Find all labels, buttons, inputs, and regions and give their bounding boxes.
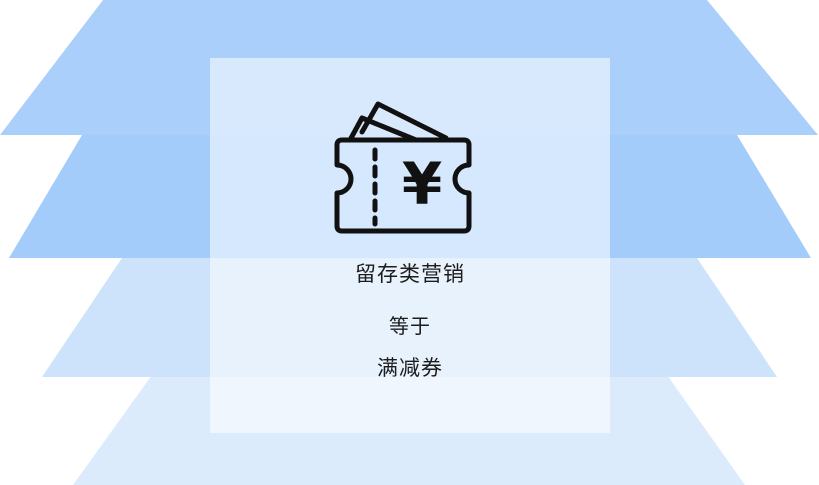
yuan-symbol: ¥ (402, 150, 442, 218)
layered-diagram: ¥ 留存类营销 等于 满减券 (0, 0, 819, 485)
ticket-yuan-icon: ¥ (334, 101, 472, 234)
back-ticket-1 (347, 115, 419, 143)
relation-label: 等于 (389, 314, 431, 338)
example-label: 满减券 (377, 356, 443, 380)
category-label: 留存类营销 (355, 262, 465, 286)
